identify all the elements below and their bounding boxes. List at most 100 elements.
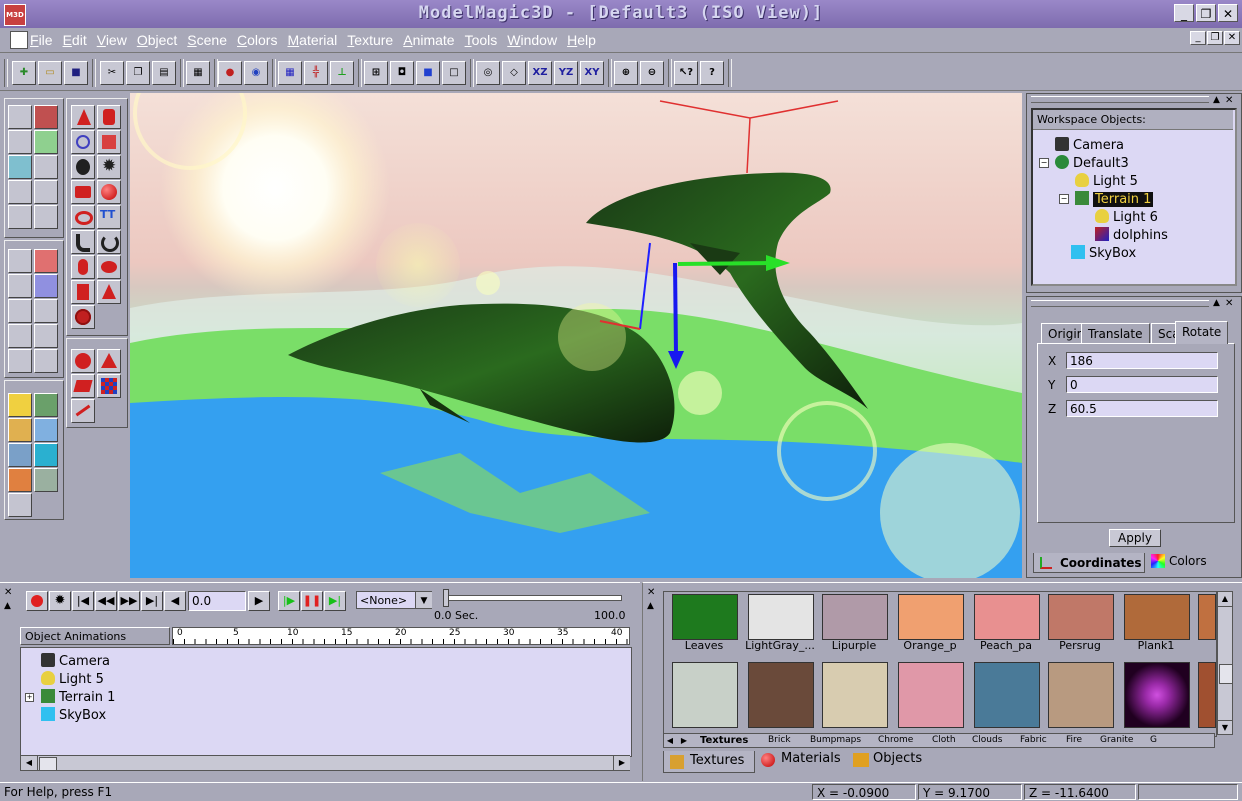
add-light-tool[interactable] — [8, 393, 32, 417]
mdi-restore-button[interactable]: ❐ — [1207, 31, 1223, 45]
tree-collapse-terrain[interactable]: − — [1059, 194, 1069, 204]
tree-item-skybox[interactable]: SkyBox — [1071, 245, 1136, 261]
wireframe-view-button[interactable]: □ — [442, 61, 466, 85]
tree-item-light6[interactable]: Light 6 — [1095, 209, 1158, 225]
xz-view-button[interactable]: XZ — [528, 61, 552, 85]
grid-button[interactable]: ▦ — [278, 61, 302, 85]
texture-tile[interactable] — [748, 662, 814, 728]
apply-button[interactable]: Apply — [1109, 529, 1161, 547]
3d-viewport[interactable] — [130, 93, 1022, 578]
texture-lipurple[interactable] — [822, 594, 888, 640]
axis-button[interactable]: ⊥ — [330, 61, 354, 85]
texture-orange[interactable] — [898, 594, 964, 640]
anim-item-skybox[interactable]: SkyBox — [41, 707, 106, 723]
track-select[interactable]: <None> ▼ — [356, 591, 432, 609]
menu-window[interactable]: Window — [507, 32, 557, 48]
skew-tool[interactable] — [8, 180, 32, 204]
fast-forward-button[interactable]: ▶▶ — [118, 591, 140, 611]
menu-file[interactable]: File — [30, 32, 53, 48]
category-tab-brick[interactable]: Brick — [768, 734, 791, 747]
checker-shape[interactable] — [97, 374, 121, 398]
texture-lightgray[interactable] — [748, 594, 814, 640]
scroll-up-icon[interactable]: ▲ — [1218, 592, 1232, 607]
category-tab-chrome[interactable]: Chrome — [878, 734, 913, 747]
taper-tool[interactable] — [34, 180, 58, 204]
record-button[interactable] — [26, 591, 48, 611]
eye-view-button[interactable]: ◎ — [476, 61, 500, 85]
context-help-button[interactable]: ↖? — [674, 61, 698, 85]
menu-view[interactable]: View — [97, 32, 127, 48]
tab-rotate[interactable]: Rotate — [1175, 321, 1229, 344]
menu-edit[interactable]: Edit — [63, 32, 87, 48]
timeline-ruler[interactable]: 0 5 10 15 20 25 30 35 40 — [172, 627, 630, 645]
pause-button[interactable]: ❚❚ — [301, 591, 323, 611]
category-tab-g[interactable]: G — [1150, 734, 1157, 747]
anim-expand-terrain[interactable]: + — [25, 693, 34, 702]
panel-grip[interactable] — [1031, 300, 1209, 307]
axis-tool[interactable] — [34, 130, 58, 154]
twist-tool[interactable] — [34, 205, 58, 229]
solid-view-button[interactable]: ■ — [416, 61, 440, 85]
play-button[interactable]: ▶| — [324, 591, 346, 611]
lock-tool[interactable] — [8, 349, 32, 373]
panel-collapse-icon[interactable]: ▲ — [1213, 95, 1220, 105]
tab-coordinates[interactable]: Coordinates — [1033, 553, 1145, 573]
export-tool[interactable] — [8, 493, 32, 517]
add-fire-tool[interactable] — [8, 468, 32, 492]
scale-tool[interactable] — [8, 155, 32, 179]
star-primitive[interactable]: ✹ — [97, 155, 121, 179]
rewind-button[interactable]: ◀◀ — [95, 591, 117, 611]
sphere-primitive[interactable] — [97, 180, 121, 204]
close-button[interactable]: ✕ — [1218, 4, 1238, 22]
tab-scroll-left-icon[interactable]: ◀ — [664, 734, 676, 747]
texture-peach[interactable] — [974, 594, 1040, 640]
scroll-right-icon[interactable]: ▶ — [613, 756, 630, 770]
scroll-thumb[interactable] — [1219, 664, 1233, 684]
xy-view-button[interactable]: XY — [580, 61, 604, 85]
tab-translate[interactable]: Translate — [1081, 323, 1150, 344]
last-frame-button[interactable]: ▶| — [141, 591, 163, 611]
path-shape[interactable] — [71, 399, 95, 423]
paste-button[interactable]: ▤ — [152, 61, 176, 85]
deform-tool[interactable] — [34, 299, 58, 323]
anim-item-light5[interactable]: Light 5 — [41, 671, 104, 687]
ring-primitive[interactable] — [71, 205, 95, 229]
tree-item-terrain1[interactable]: Terrain 1 — [1075, 191, 1154, 207]
tab-objects[interactable]: Objects — [849, 749, 931, 771]
menu-object[interactable]: Object — [137, 32, 177, 48]
align-tool[interactable] — [8, 299, 32, 323]
add-sky-tool[interactable] — [34, 418, 58, 442]
texture-tile[interactable] — [822, 662, 888, 728]
mdi-minimize-button[interactable]: _ — [1190, 31, 1206, 45]
menu-texture[interactable]: Texture — [347, 32, 393, 48]
yz-view-button[interactable]: YZ — [554, 61, 578, 85]
tree-item-camera[interactable]: Camera — [1055, 137, 1124, 153]
magnet-tool[interactable] — [8, 324, 32, 348]
mdi-close-button[interactable]: ✕ — [1224, 31, 1240, 45]
group-tool[interactable] — [34, 324, 58, 348]
texture-tile[interactable] — [672, 662, 738, 728]
panel-close-icon[interactable]: ✕ — [1225, 298, 1233, 309]
tab-materials[interactable]: Materials — [757, 749, 847, 771]
minimize-button[interactable]: _ — [1174, 4, 1194, 22]
quad-view-button[interactable]: ⊞ — [364, 61, 388, 85]
cylinder-primitive[interactable] — [97, 105, 121, 129]
paint-tool[interactable] — [34, 249, 58, 273]
save-button[interactable]: ■ — [64, 61, 88, 85]
cut-button[interactable]: ✂ — [100, 61, 124, 85]
circle-shape[interactable] — [71, 349, 95, 373]
capsule-primitive[interactable] — [71, 255, 95, 279]
panel-close-icon[interactable]: ✕ — [1225, 95, 1233, 106]
bend-tool[interactable] — [8, 205, 32, 229]
texture-tile[interactable] — [974, 662, 1040, 728]
timeline-slider-thumb[interactable] — [443, 589, 449, 607]
pivot-tool[interactable] — [8, 274, 32, 298]
category-tab-fire[interactable]: Fire — [1066, 734, 1082, 747]
snap-grid-button[interactable]: ╬ — [304, 61, 328, 85]
add-cloud-tool[interactable] — [8, 418, 32, 442]
rotate-y-field[interactable]: 0 — [1066, 376, 1218, 393]
category-tab-cloth[interactable]: Cloth — [932, 734, 956, 747]
mirror-tool[interactable] — [34, 274, 58, 298]
triangle-shape[interactable] — [97, 349, 121, 373]
menu-tools[interactable]: Tools — [465, 32, 498, 48]
